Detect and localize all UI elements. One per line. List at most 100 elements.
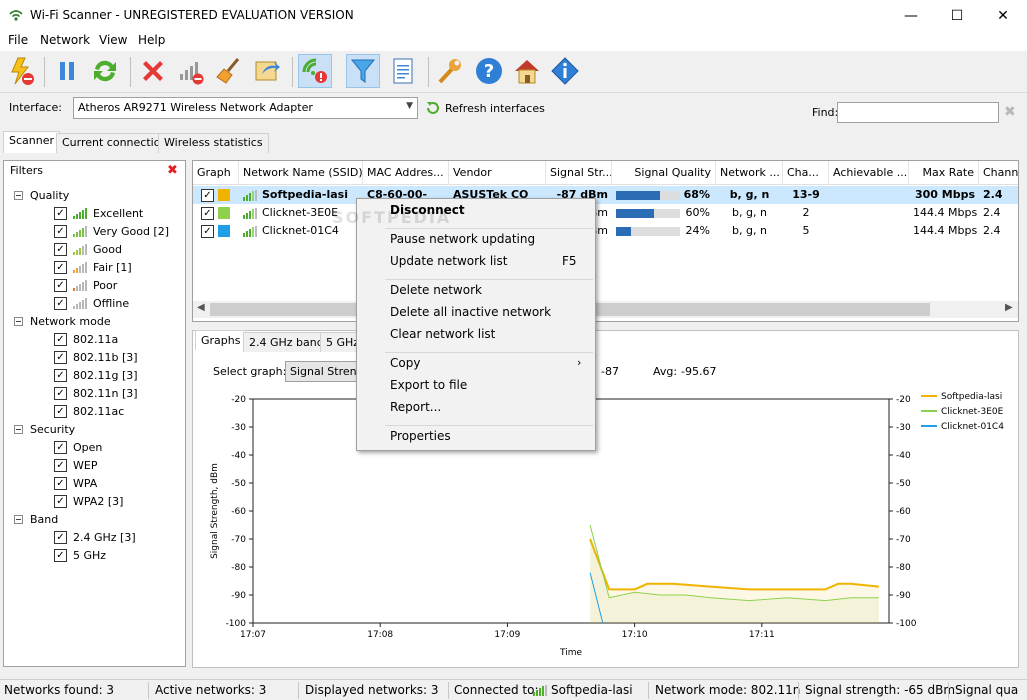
checkbox[interactable]: ✓ (54, 386, 67, 400)
notepad-icon[interactable] (386, 54, 420, 88)
scroll-right-icon[interactable]: ▶ (1005, 302, 1013, 313)
tab-current-connection[interactable]: Current connection (56, 133, 174, 153)
column-header[interactable]: Cha... (783, 161, 829, 185)
checkbox[interactable]: ✓ (54, 260, 67, 274)
refresh-icon[interactable] (88, 54, 122, 88)
menu-help[interactable]: Help (138, 33, 165, 47)
filter-item[interactable]: ✓ WPA (54, 474, 97, 492)
filter-item[interactable]: ✓ Fair [1] (54, 258, 132, 276)
collapse-toggle-icon[interactable] (14, 316, 23, 326)
filter-item[interactable]: ✓ Poor (54, 276, 117, 294)
checkbox[interactable]: ✓ (201, 206, 214, 220)
horizontal-scrollbar[interactable]: ◀ ▶ (193, 301, 1018, 318)
minimize-button[interactable]: — (888, 0, 934, 31)
find-input[interactable] (837, 102, 999, 123)
checkbox[interactable]: ✓ (54, 350, 67, 364)
stop-scan-icon[interactable] (4, 54, 38, 88)
filter-item[interactable]: ✓ 802.11ac (54, 402, 124, 420)
broom-icon[interactable] (212, 54, 246, 88)
column-header[interactable]: Network Name (SSID) (239, 161, 363, 185)
checkbox[interactable]: ✓ (54, 440, 67, 454)
maximize-button[interactable]: ☐ (934, 0, 980, 31)
checkbox[interactable]: ✓ (54, 494, 67, 508)
column-header[interactable]: Max Rate (909, 161, 979, 185)
context-menu-item[interactable]: Export to file (390, 378, 467, 392)
context-menu-item[interactable]: Copy (390, 356, 420, 370)
column-header[interactable]: Chann (979, 161, 1018, 185)
info-icon[interactable] (548, 54, 582, 88)
filter-group[interactable]: Quality (14, 186, 69, 204)
tab-2-4ghz-band[interactable]: 2.4 GHz band (243, 332, 330, 352)
table-row[interactable]: ✓ Clicknet-3E0EdBm60%b, g, n2144.4 Mbps2… (193, 204, 1018, 222)
column-header[interactable]: Graph (193, 161, 239, 185)
settings-wrench-icon[interactable] (432, 54, 466, 88)
checkbox[interactable]: ✓ (54, 368, 67, 382)
interface-select[interactable]: Atheros AR9271 Wireless Network Adapter … (73, 97, 418, 119)
filter-group[interactable]: Band (14, 510, 58, 528)
checkbox[interactable]: ✓ (201, 188, 214, 202)
filter-item[interactable]: ✓ WPA2 [3] (54, 492, 123, 510)
filter-item[interactable]: ✓ 802.11n [3] (54, 384, 138, 402)
clear-filters-icon[interactable]: ✖ (167, 163, 178, 178)
filter-item[interactable]: ✓ WEP (54, 456, 97, 474)
table-row[interactable]: ✓ Clicknet-01C4dBm24%b, g, n5144.4 Mbps2… (193, 222, 1018, 240)
context-menu-item[interactable]: Pause network updating (390, 232, 535, 246)
filter-item[interactable]: ✓ 802.11a (54, 330, 118, 348)
checkbox[interactable]: ✓ (54, 530, 67, 544)
delete-icon[interactable] (136, 54, 170, 88)
column-header[interactable]: Achievable ... (829, 161, 909, 185)
menu-network[interactable]: Network (40, 33, 90, 47)
filter-item[interactable]: ✓ Offline (54, 294, 129, 312)
filter-item[interactable]: ✓ 802.11g [3] (54, 366, 138, 384)
checkbox[interactable]: ✓ (54, 332, 67, 346)
graph-toggle-cell[interactable]: ✓ (197, 186, 237, 204)
context-menu-item[interactable]: Properties (390, 429, 451, 443)
filter-item[interactable]: ✓ 5 GHz (54, 546, 106, 564)
help-icon[interactable]: ? (472, 54, 506, 88)
column-header[interactable]: MAC Addres... (363, 161, 449, 185)
filter-item[interactable]: ✓ Good (54, 240, 122, 258)
disconnect-icon[interactable] (298, 54, 332, 88)
checkbox[interactable]: ✓ (54, 458, 67, 472)
menu-file[interactable]: File (8, 33, 28, 47)
collapse-toggle-icon[interactable] (14, 190, 23, 200)
column-header[interactable]: Network ... (716, 161, 783, 185)
checkbox[interactable]: ✓ (54, 296, 67, 310)
filter-item[interactable]: ✓ Excellent (54, 204, 143, 222)
checkbox[interactable]: ✓ (54, 278, 67, 292)
checkbox[interactable]: ✓ (201, 224, 214, 238)
filter-icon[interactable] (346, 54, 380, 88)
filter-item[interactable]: ✓ 2.4 GHz [3] (54, 528, 136, 546)
export-icon[interactable] (250, 54, 284, 88)
context-menu-item[interactable]: Delete network (390, 283, 482, 297)
menu-view[interactable]: View (99, 33, 127, 47)
scroll-left-icon[interactable]: ◀ (197, 302, 205, 313)
signal-delete-icon[interactable] (174, 54, 208, 88)
context-menu-item[interactable]: Report... (390, 400, 441, 414)
context-menu-item[interactable]: Update network list (390, 254, 507, 268)
column-header[interactable]: Signal Quality (612, 161, 716, 185)
column-header[interactable]: Signal Str... (546, 161, 612, 185)
graph-toggle-cell[interactable]: ✓ (197, 204, 237, 222)
checkbox[interactable]: ✓ (54, 476, 67, 490)
clear-find-icon[interactable]: ✖ (1004, 104, 1016, 120)
column-header[interactable]: Vendor (449, 161, 546, 185)
collapse-toggle-icon[interactable] (14, 424, 23, 434)
filter-item[interactable]: ✓ Very Good [2] (54, 222, 169, 240)
filter-group[interactable]: Security (14, 420, 75, 438)
filter-group[interactable]: Network mode (14, 312, 111, 330)
graph-toggle-cell[interactable]: ✓ (197, 222, 237, 240)
checkbox[interactable]: ✓ (54, 404, 67, 418)
checkbox[interactable]: ✓ (54, 242, 67, 256)
checkbox[interactable]: ✓ (54, 548, 67, 562)
filter-item[interactable]: ✓ 802.11b [3] (54, 348, 138, 366)
checkbox[interactable]: ✓ (54, 206, 67, 220)
collapse-toggle-icon[interactable] (14, 514, 23, 524)
filter-item[interactable]: ✓ Open (54, 438, 102, 456)
table-row[interactable]: ✓ Softpedia-lasi C8-60-00- ASUSTek CO -87 d… (193, 186, 1018, 204)
tab-wireless-statistics[interactable]: Wireless statistics (158, 133, 269, 153)
pause-icon[interactable] (50, 54, 84, 88)
tab-scanner[interactable]: Scanner (3, 131, 61, 153)
home-icon[interactable] (510, 54, 544, 88)
checkbox[interactable]: ✓ (54, 224, 67, 238)
